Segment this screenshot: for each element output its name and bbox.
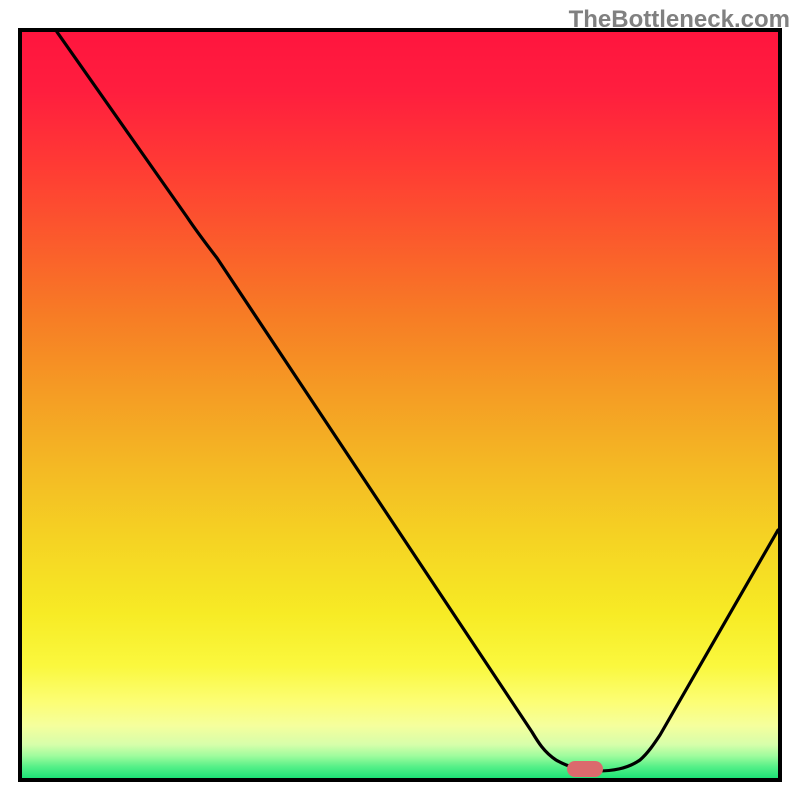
bottleneck-curve [22,32,778,778]
watermark-text: TheBottleneck.com [569,6,790,34]
curve-path [57,32,778,771]
optimum-marker [567,761,603,777]
plot-area [18,28,782,782]
chart-container: TheBottleneck.com [0,0,800,800]
